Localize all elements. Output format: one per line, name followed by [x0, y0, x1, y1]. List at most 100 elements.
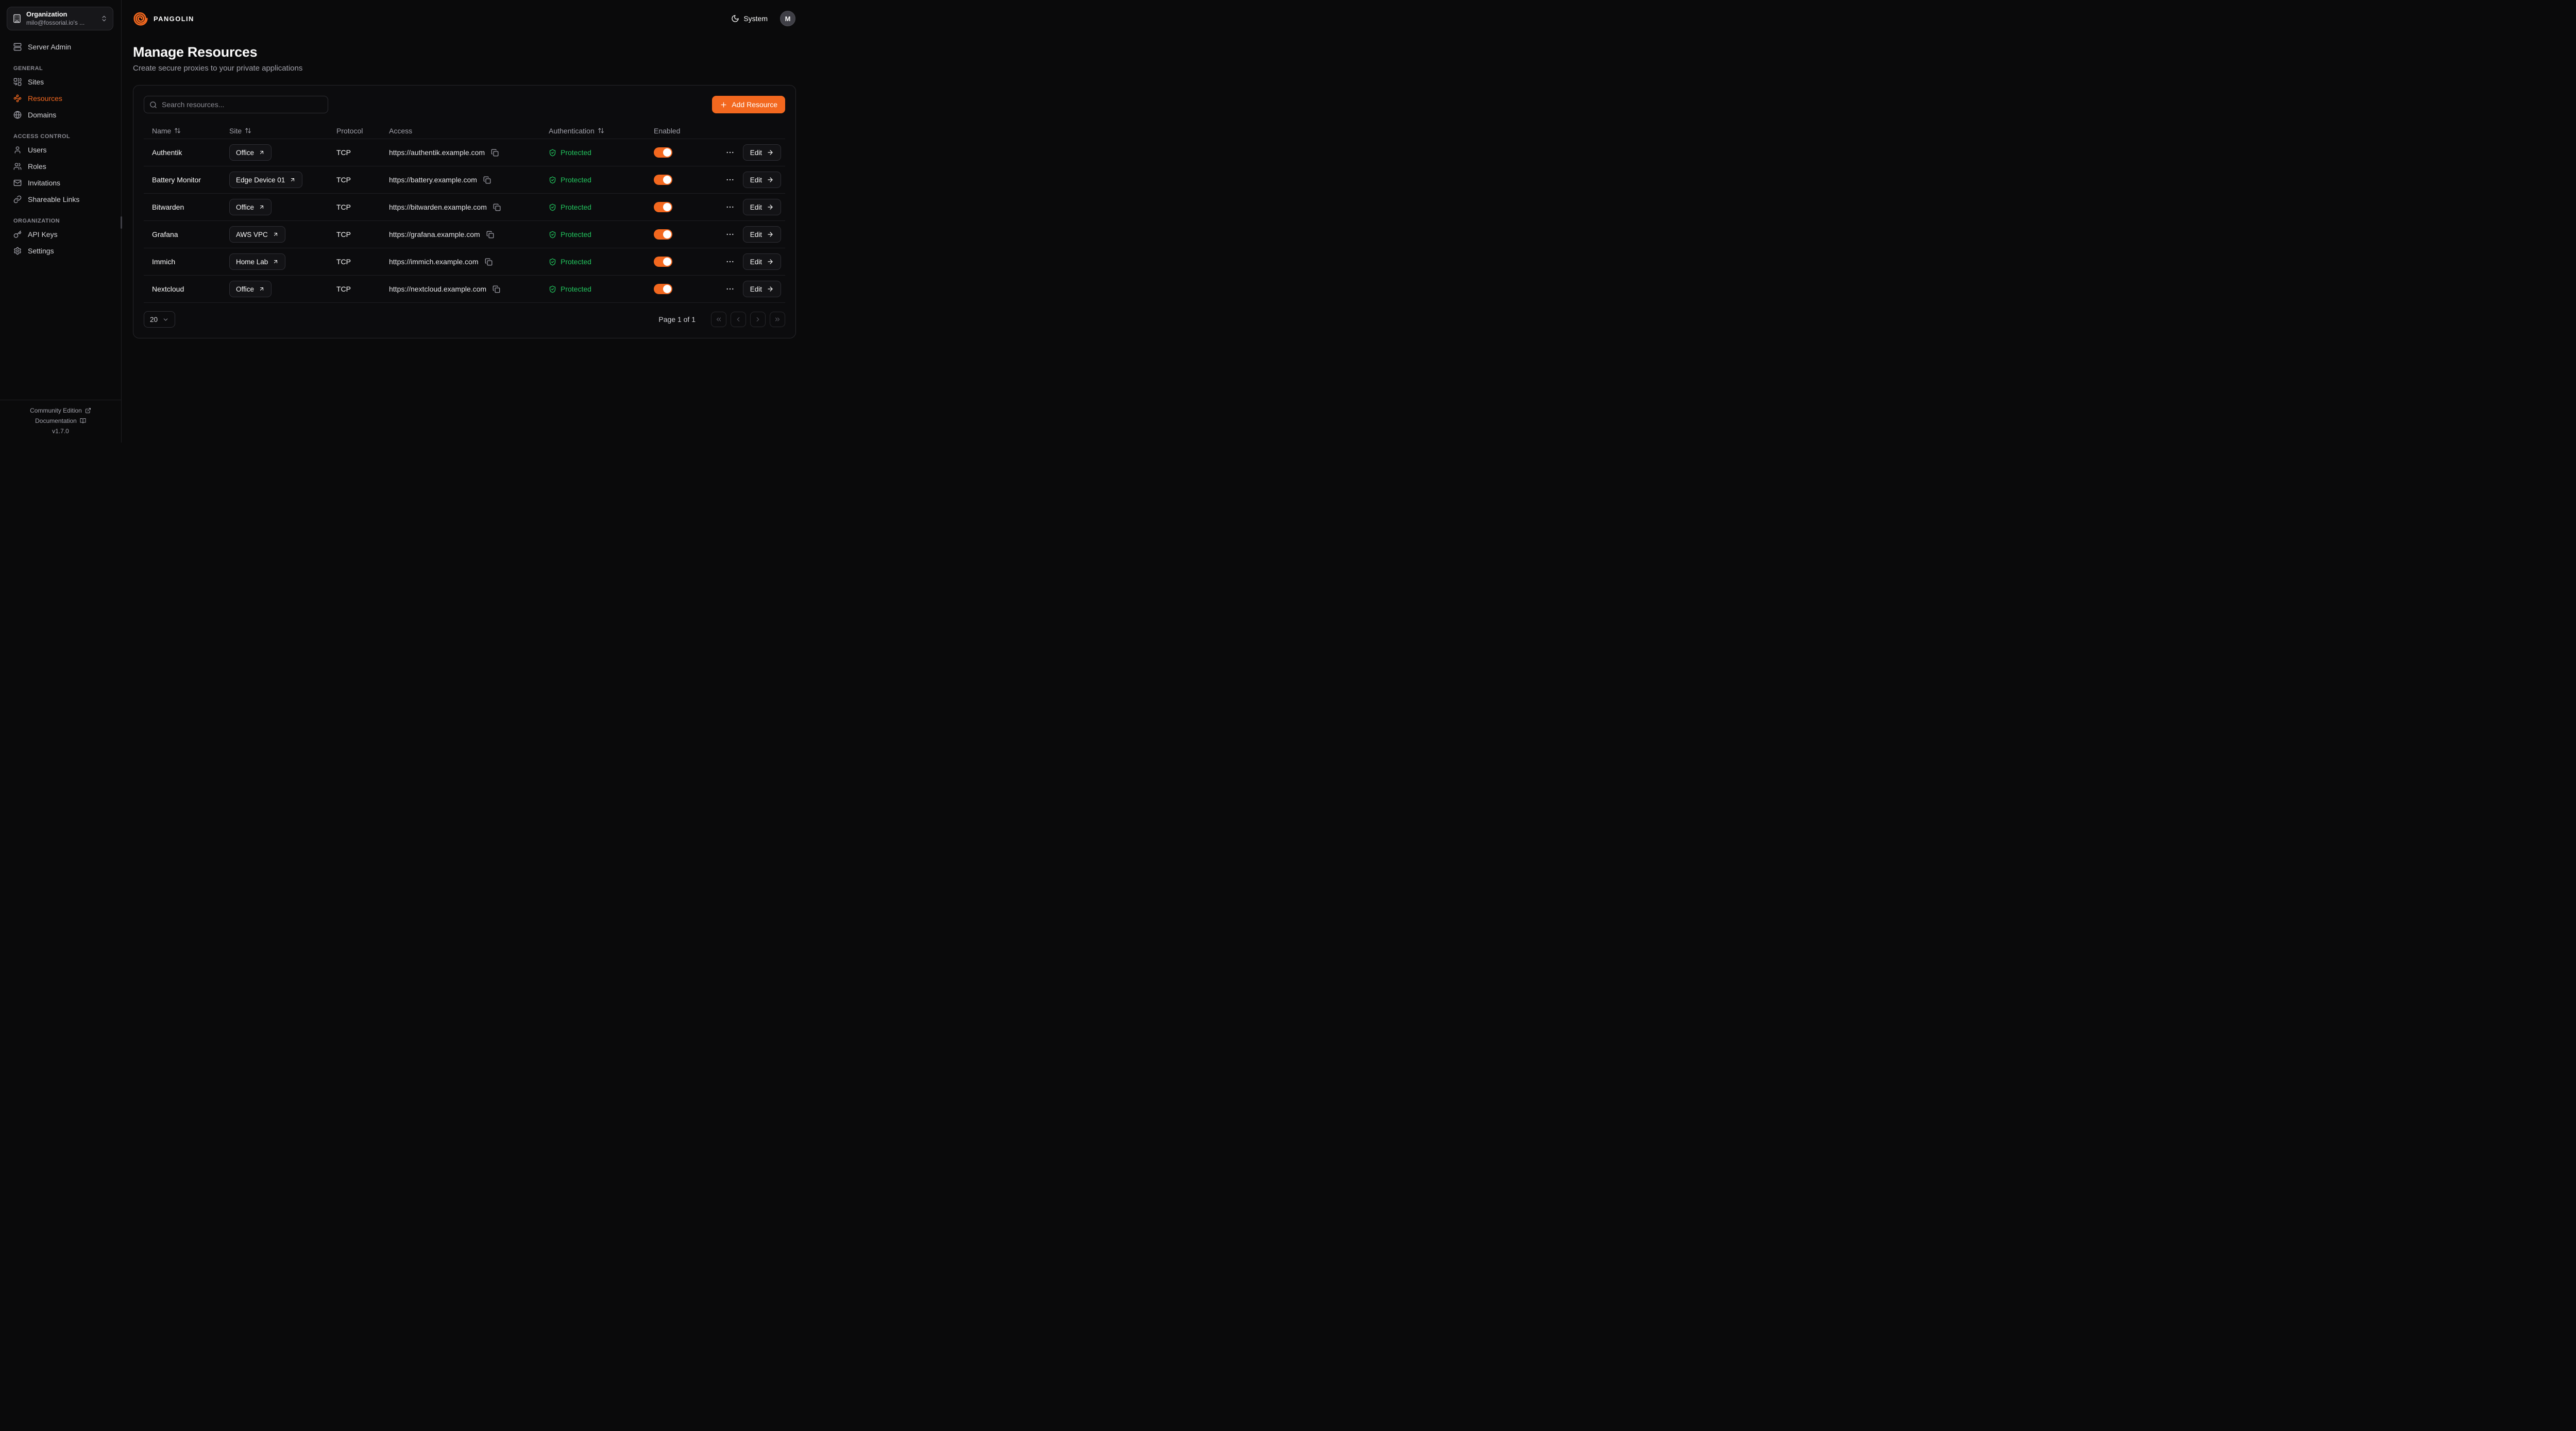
sidebar-item-server-admin[interactable]: Server Admin — [8, 39, 115, 55]
sidebar-item-sites[interactable]: Sites — [8, 74, 115, 90]
cell-access: https://authentik.example.com — [381, 148, 540, 158]
documentation-link[interactable]: Documentation — [0, 416, 121, 426]
cell-actions: Edit — [714, 226, 785, 243]
sidebar-resize-handle[interactable] — [121, 216, 122, 229]
theme-toggle-button[interactable]: System — [730, 12, 769, 25]
enabled-toggle[interactable] — [654, 257, 672, 267]
edit-button[interactable]: Edit — [743, 172, 781, 188]
cell-actions: Edit — [714, 144, 785, 161]
site-link-button[interactable]: Office — [229, 281, 272, 297]
sidebar-item-invitations[interactable]: Invitations — [8, 175, 115, 191]
row-menu-button[interactable] — [724, 174, 736, 185]
community-edition-link[interactable]: Community Edition — [0, 405, 121, 416]
topbar: PANGOLIN System M — [122, 0, 808, 37]
enabled-toggle[interactable] — [654, 147, 672, 158]
column-label: Authentication — [549, 127, 595, 135]
row-menu-button[interactable] — [724, 229, 736, 240]
toggle-knob — [663, 258, 671, 266]
resource-protocol: TCP — [336, 285, 351, 293]
edit-button[interactable]: Edit — [743, 226, 781, 243]
site-link-button[interactable]: Office — [229, 199, 272, 215]
sort-by-name-button[interactable]: Name — [152, 127, 181, 135]
next-page-button[interactable] — [750, 312, 766, 327]
sidebar-item-api-keys[interactable]: API Keys — [8, 226, 115, 243]
sort-by-site-button[interactable]: Site — [229, 127, 251, 135]
enabled-toggle[interactable] — [654, 175, 672, 185]
cell-actions: Edit — [714, 199, 785, 215]
enabled-toggle[interactable] — [654, 202, 672, 212]
sidebar: Organization milo@fossorial.io's ... Ser… — [0, 0, 122, 442]
organization-texts: Organization milo@fossorial.io's ... — [26, 10, 96, 27]
community-edition-label: Community Edition — [30, 407, 82, 414]
search-input[interactable] — [144, 96, 328, 113]
row-menu-button[interactable] — [724, 283, 736, 295]
cell-site: Office — [221, 144, 328, 161]
edit-button[interactable]: Edit — [743, 253, 781, 270]
sidebar-item-domains[interactable]: Domains — [8, 107, 115, 123]
row-menu-button[interactable] — [724, 147, 736, 158]
toggle-knob — [663, 230, 671, 238]
copy-url-button[interactable] — [484, 257, 494, 267]
organization-subtitle: milo@fossorial.io's ... — [26, 19, 96, 27]
copy-url-button[interactable] — [492, 284, 501, 294]
copy-url-button[interactable] — [485, 230, 495, 240]
organization-selector[interactable]: Organization milo@fossorial.io's ... — [7, 7, 113, 30]
last-page-button[interactable] — [770, 312, 785, 327]
resource-url: https://grafana.example.com — [389, 230, 480, 238]
page-info: Page 1 of 1 — [658, 315, 696, 323]
sidebar-item-resources[interactable]: Resources — [8, 90, 115, 107]
cell-site: Office — [221, 281, 328, 297]
sidebar-item-shareable-links[interactable]: Shareable Links — [8, 191, 115, 208]
cell-enabled — [646, 175, 714, 185]
cell-access: https://grafana.example.com — [381, 230, 540, 240]
add-resource-button[interactable]: Add Resource — [712, 96, 785, 113]
sidebar-item-users[interactable]: Users — [8, 142, 115, 158]
first-page-button[interactable] — [711, 312, 726, 327]
row-menu-button[interactable] — [724, 201, 736, 213]
site-link-button[interactable]: Office — [229, 144, 272, 161]
resource-protocol: TCP — [336, 148, 351, 157]
resource-protocol: TCP — [336, 258, 351, 266]
shield-check-icon — [549, 203, 556, 211]
site-link-button[interactable]: Edge Device 01 — [229, 172, 302, 188]
roles-icon — [13, 162, 22, 171]
page-size-select[interactable]: 20 — [144, 311, 175, 328]
edit-button[interactable]: Edit — [743, 199, 781, 215]
pangolin-logo-icon — [133, 11, 148, 26]
site-link-button[interactable]: Home Lab — [229, 253, 285, 270]
cell-actions: Edit — [714, 253, 785, 270]
resource-url: https://battery.example.com — [389, 176, 477, 184]
card-footer: 20 Page 1 of 1 — [144, 311, 785, 328]
edit-button[interactable]: Edit — [743, 281, 781, 297]
copy-url-button[interactable] — [492, 202, 502, 212]
shield-check-icon — [549, 231, 556, 238]
copy-url-button[interactable] — [490, 148, 500, 158]
copy-icon — [493, 285, 500, 293]
page-title: Manage Resources — [133, 44, 796, 60]
site-name: Office — [236, 203, 254, 211]
site-link-button[interactable]: AWS VPC — [229, 226, 285, 243]
ellipsis-icon — [725, 148, 735, 157]
column-label: Name — [152, 127, 171, 135]
enabled-toggle[interactable] — [654, 284, 672, 294]
avatar[interactable]: M — [780, 11, 795, 26]
edit-button[interactable]: Edit — [743, 144, 781, 161]
sidebar-item-roles[interactable]: Roles — [8, 158, 115, 175]
search-icon — [149, 101, 157, 109]
table-row: Grafana AWS VPC TCP https://grafana.exam… — [144, 221, 785, 248]
resource-name: Bitwarden — [152, 203, 184, 211]
sidebar-item-settings[interactable]: Settings — [8, 243, 115, 259]
brand: PANGOLIN — [133, 11, 194, 26]
copy-url-button[interactable] — [482, 175, 492, 185]
cell-protocol: TCP — [328, 176, 381, 184]
chevron-right-icon — [754, 316, 761, 323]
prev-page-button[interactable] — [731, 312, 746, 327]
toggle-knob — [663, 203, 671, 211]
sort-by-authentication-button[interactable]: Authentication — [549, 127, 604, 135]
row-menu-button[interactable] — [724, 256, 736, 267]
cell-protocol: TCP — [328, 148, 381, 157]
enabled-toggle[interactable] — [654, 229, 672, 240]
ellipsis-icon — [725, 257, 735, 266]
sidebar-nav: Server Admin GENERAL Sites Resources Dom… — [0, 30, 121, 400]
section-label-access-control: ACCESS CONTROL — [13, 133, 115, 140]
